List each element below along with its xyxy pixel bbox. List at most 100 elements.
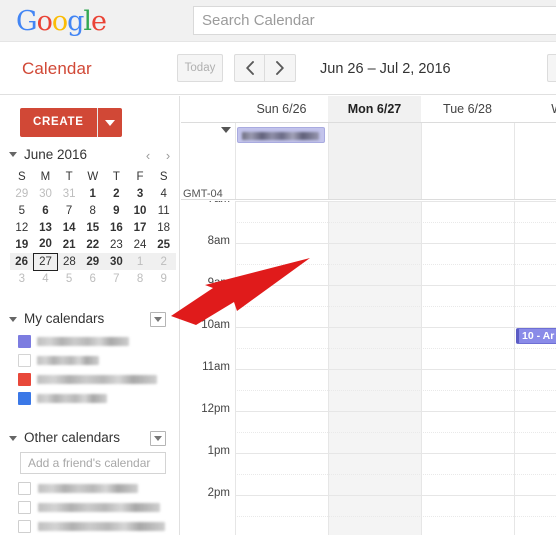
mini-day-cell[interactable]: 4	[152, 185, 176, 202]
add-friend-calendar-input[interactable]	[20, 452, 166, 474]
mini-day-cell[interactable]: 17	[128, 219, 152, 236]
calendar-name-redacted	[37, 337, 129, 346]
mini-day-cell[interactable]: 28	[57, 253, 81, 270]
hour-gridline	[235, 411, 556, 412]
mini-day-cell[interactable]: 19	[10, 236, 34, 253]
create-button[interactable]: CREATE	[20, 108, 97, 137]
other-calendar-item[interactable]	[18, 480, 176, 497]
mini-day-cell[interactable]: 15	[81, 219, 105, 236]
mini-day-cell[interactable]: 18	[152, 219, 176, 236]
mini-day-cell[interactable]: 7	[57, 202, 81, 219]
calendar-name-redacted	[38, 484, 138, 493]
create-dropdown-button[interactable]	[96, 108, 122, 137]
view-switcher-partial[interactable]	[547, 54, 556, 82]
mini-calendar-body: 29 30 31 1 2 3 4 5 6 7 8 9 10 11 12 13 14 15 16 17 18 19 20 21 2…	[10, 185, 176, 287]
mini-day-cell[interactable]: 16	[105, 219, 129, 236]
today-button[interactable]: Today	[177, 54, 223, 82]
my-calendars-options-button[interactable]	[150, 312, 166, 327]
column-separator	[514, 123, 515, 199]
mini-day-cell[interactable]: 1	[81, 185, 105, 202]
mini-day-cell[interactable]: 23	[105, 236, 129, 253]
hour-label: 1pm	[207, 445, 230, 457]
day-header[interactable]: Sun 6/26	[235, 96, 328, 122]
my-calendar-item[interactable]	[18, 390, 173, 407]
search-calendar-field[interactable]	[193, 6, 556, 35]
mini-day-cell[interactable]: 5	[10, 202, 34, 219]
day-header[interactable]: We	[514, 96, 556, 122]
calendar-checkbox[interactable]	[18, 520, 31, 533]
mini-day-cell[interactable]: 24	[128, 236, 152, 253]
calendar-checkbox[interactable]	[18, 482, 31, 495]
mini-day-cell[interactable]: 30	[104, 253, 129, 270]
mini-day-cell[interactable]: 31	[57, 185, 81, 202]
caret-down-icon[interactable]	[9, 152, 17, 157]
mini-day-cell[interactable]: 20	[34, 236, 58, 253]
mini-calendar-next-button[interactable]: ›	[162, 148, 174, 163]
logo-letter-5: e	[91, 6, 107, 37]
calendar-checkbox[interactable]	[18, 501, 31, 514]
other-calendar-item[interactable]	[18, 499, 176, 516]
calendar-color-checkbox[interactable]	[18, 354, 31, 367]
caret-down-icon[interactable]	[9, 317, 17, 322]
my-calendar-item[interactable]	[18, 333, 173, 350]
day-header[interactable]: Tue 6/28	[421, 96, 514, 122]
mini-day-cell[interactable]: 29	[80, 253, 105, 270]
mini-day-cell[interactable]: 3	[10, 270, 34, 287]
mini-day-cell[interactable]: 9	[105, 202, 129, 219]
next-week-button[interactable]	[265, 54, 296, 82]
caret-down-icon[interactable]	[221, 127, 231, 133]
column-separator	[421, 123, 422, 199]
previous-week-button[interactable]	[234, 54, 265, 82]
calendar-toolbar: Calendar Today Jun 26 – Jul 2, 2016	[0, 43, 556, 95]
mini-day-cell[interactable]: 5	[57, 270, 81, 287]
calendar-color-checkbox[interactable]	[18, 392, 31, 405]
mini-day-cell[interactable]: 4	[34, 270, 58, 287]
mini-day-cell[interactable]: 30	[34, 185, 58, 202]
mini-day-cell[interactable]: 8	[128, 270, 152, 287]
mini-day-cell[interactable]: 2	[105, 185, 129, 202]
all-day-row	[181, 122, 556, 200]
mini-day-cell[interactable]: 12	[10, 219, 34, 236]
mini-day-cell[interactable]: 21	[57, 236, 81, 253]
mini-day-cell[interactable]: 14	[57, 219, 81, 236]
mini-day-cell[interactable]: 26	[10, 253, 34, 270]
other-calendar-item[interactable]	[18, 518, 176, 535]
mini-day-cell[interactable]: 6	[81, 270, 105, 287]
half-hour-gridline	[235, 516, 556, 517]
mini-week-row: 19 20 21 22 23 24 25	[10, 236, 176, 253]
all-day-event[interactable]	[237, 127, 325, 143]
mini-calendar-header: June 2016 ‹ ›	[9, 147, 174, 165]
mini-day-cell[interactable]: 2	[151, 253, 176, 270]
mini-calendar-prev-button[interactable]: ‹	[142, 148, 154, 163]
google-logo[interactable]: Google	[16, 6, 107, 37]
mini-day-cell[interactable]: 29	[10, 185, 34, 202]
calendar-event[interactable]: 10 - Ar	[516, 328, 556, 344]
search-input[interactable]	[194, 7, 556, 34]
calendar-color-checkbox[interactable]	[18, 373, 31, 386]
day-header-today[interactable]: Mon 6/27	[328, 96, 421, 122]
chevron-left-icon	[245, 61, 254, 75]
day-header-row: Sun 6/26Mon 6/27Tue 6/28We	[181, 96, 556, 122]
mini-day-cell[interactable]: 10	[128, 202, 152, 219]
logo-letter-3: g	[67, 6, 84, 37]
mini-day-cell[interactable]: 22	[81, 236, 105, 253]
mini-day-cell[interactable]: 3	[128, 185, 152, 202]
mini-day-cell[interactable]: 9	[152, 270, 176, 287]
mini-day-cell[interactable]: 11	[152, 202, 176, 219]
google-calendar-window: Google Calendar Today Jun 26 – Jul 2, 20…	[0, 0, 556, 535]
other-calendars-header: Other calendars	[9, 430, 174, 448]
mini-day-cell[interactable]: 6	[34, 202, 58, 219]
mini-day-cell[interactable]: 13	[34, 219, 58, 236]
mini-day-today[interactable]: 27	[33, 252, 58, 271]
mini-day-cell[interactable]: 8	[81, 202, 105, 219]
caret-down-icon[interactable]	[9, 436, 17, 441]
hour-label: 2pm	[207, 487, 230, 499]
my-calendar-item[interactable]	[18, 352, 173, 369]
hour-label: 11am	[202, 361, 230, 373]
mini-day-cell[interactable]: 7	[105, 270, 129, 287]
my-calendar-item[interactable]	[18, 371, 173, 388]
mini-day-cell[interactable]: 1	[128, 253, 152, 270]
calendar-color-checkbox[interactable]	[18, 335, 31, 348]
mini-day-cell[interactable]: 25	[152, 236, 176, 253]
other-calendars-options-button[interactable]	[150, 431, 166, 446]
